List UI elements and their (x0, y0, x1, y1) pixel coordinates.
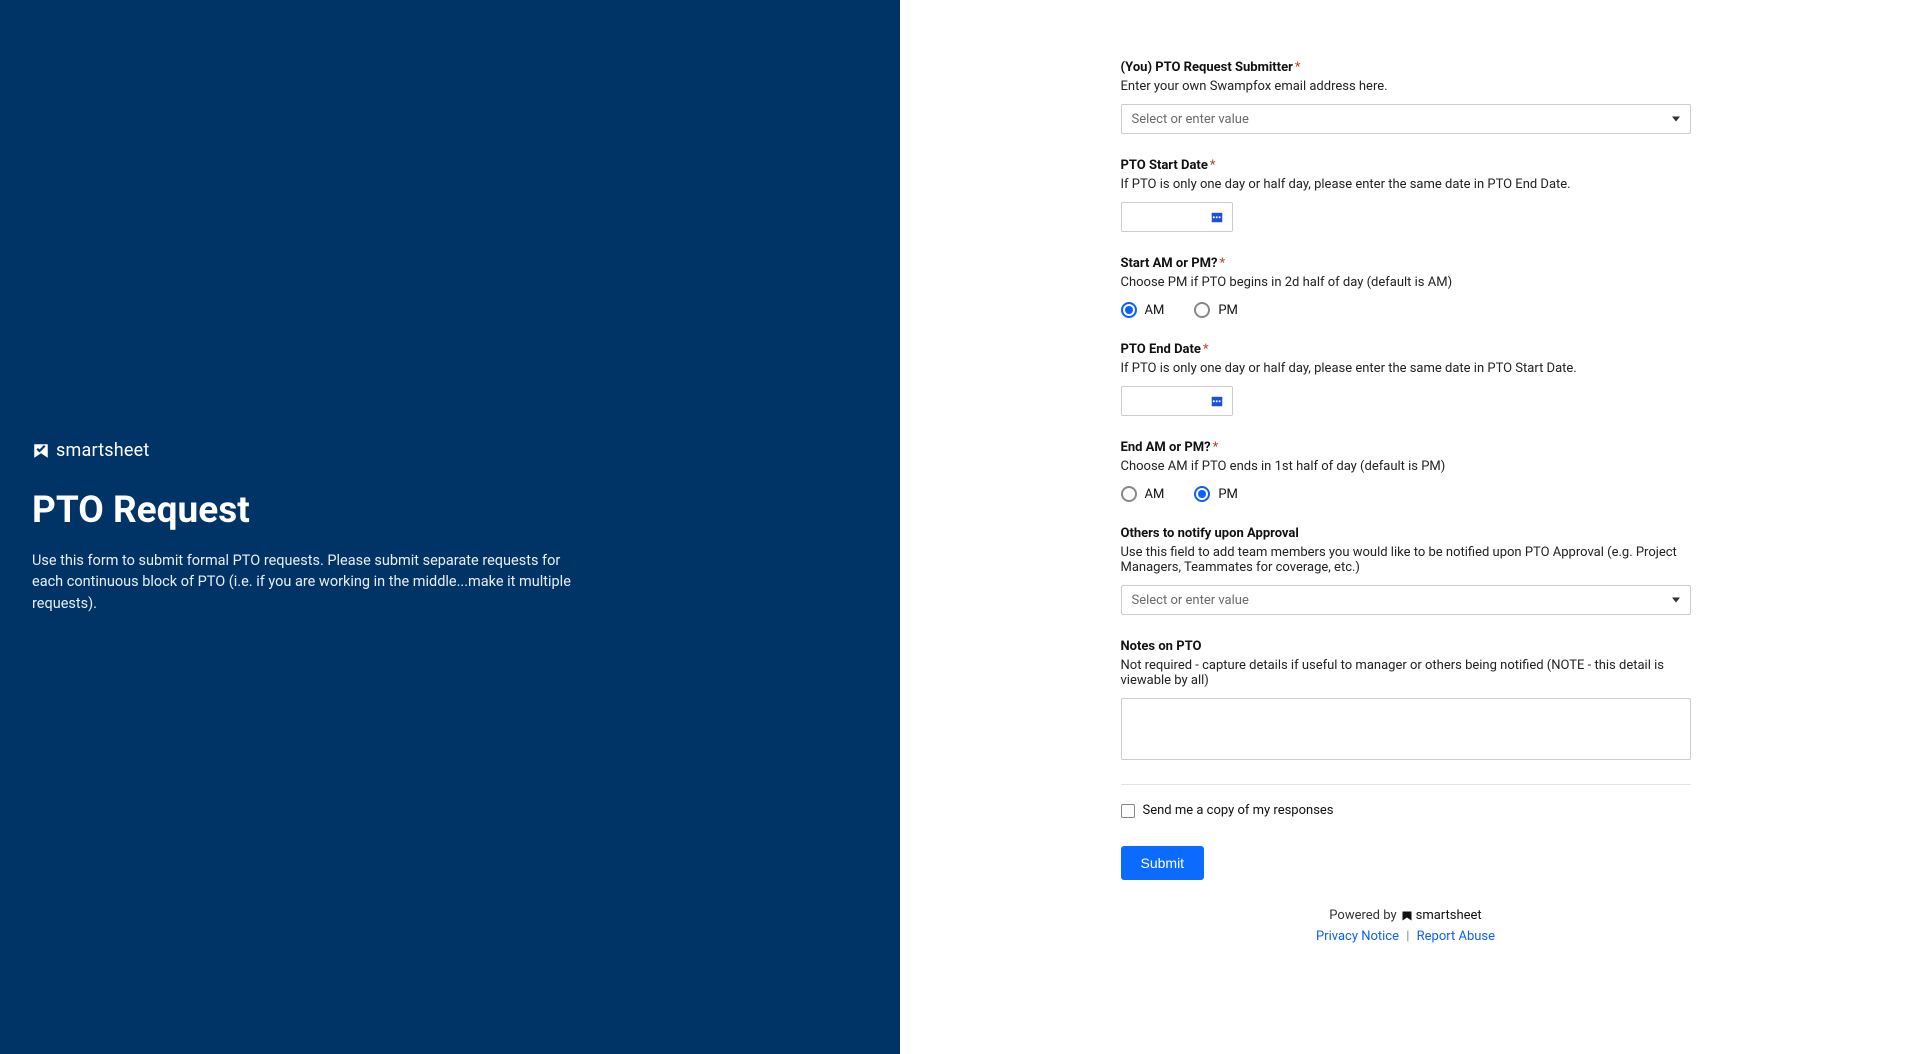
notes-label: Notes on PTO (1121, 639, 1202, 654)
end-ampm-help: Choose AM if PTO ends in 1st half of day… (1121, 459, 1691, 474)
form-footer: Powered by smartsheet Privacy Notice | R… (1121, 908, 1691, 964)
field-start-date: PTO Start Date* If PTO is only one day o… (1121, 158, 1691, 232)
start-ampm-help: Choose PM if PTO begins in 2d half of da… (1121, 275, 1691, 290)
radio-label-pm: PM (1218, 487, 1238, 502)
required-indicator: * (1210, 158, 1216, 173)
submit-button[interactable]: Submit (1121, 846, 1205, 880)
radio-icon (1121, 486, 1137, 502)
end-ampm-radio-am[interactable]: AM (1121, 486, 1165, 502)
brand-name: smartsheet (56, 440, 149, 461)
field-start-ampm: Start AM or PM?* Choose PM if PTO begins… (1121, 256, 1691, 318)
end-date-input[interactable] (1121, 386, 1233, 416)
privacy-notice-link[interactable]: Privacy Notice (1316, 929, 1399, 944)
field-submitter: (You) PTO Request Submitter* Enter your … (1121, 60, 1691, 134)
submitter-help: Enter your own Swampfox email address he… (1121, 79, 1691, 94)
page-description: Use this form to submit formal PTO reque… (32, 550, 592, 613)
radio-icon (1194, 486, 1210, 502)
end-ampm-label: End AM or PM? (1121, 440, 1211, 455)
copy-checkbox-row[interactable]: Send me a copy of my responses (1121, 803, 1691, 818)
field-end-date: PTO End Date* If PTO is only one day or … (1121, 342, 1691, 416)
footer-separator: | (1406, 929, 1409, 944)
checkbox-icon (1121, 804, 1135, 818)
required-indicator: * (1203, 342, 1209, 357)
required-indicator: * (1219, 256, 1225, 271)
notes-help: Not required - capture details if useful… (1121, 658, 1691, 688)
report-abuse-link[interactable]: Report Abuse (1417, 929, 1495, 944)
start-ampm-radio-pm[interactable]: PM (1194, 302, 1238, 318)
brand-logo: smartsheet (32, 440, 868, 461)
field-end-ampm: End AM or PM?* Choose AM if PTO ends in … (1121, 440, 1691, 502)
radio-label-am: AM (1145, 303, 1165, 318)
radio-icon (1194, 302, 1210, 318)
calendar-icon (1210, 210, 1224, 224)
notes-textarea[interactable] (1121, 698, 1691, 760)
powered-by-text: Powered by (1329, 908, 1396, 923)
end-date-help: If PTO is only one day or half day, plea… (1121, 361, 1691, 376)
radio-icon (1121, 302, 1137, 318)
radio-label-am: AM (1145, 487, 1165, 502)
start-date-label: PTO Start Date (1121, 158, 1208, 173)
start-date-help: If PTO is only one day or half day, plea… (1121, 177, 1691, 192)
field-notes: Notes on PTO Not required - capture deta… (1121, 639, 1691, 760)
chevron-down-icon (1672, 117, 1680, 122)
start-ampm-radio-am[interactable]: AM (1121, 302, 1165, 318)
footer-brand-logo: smartsheet (1401, 908, 1482, 923)
calendar-icon (1210, 394, 1224, 408)
submitter-label: (You) PTO Request Submitter (1121, 60, 1293, 75)
footer-brand-name: smartsheet (1416, 908, 1482, 923)
end-date-label: PTO End Date (1121, 342, 1201, 357)
chevron-down-icon (1672, 598, 1680, 603)
start-date-input[interactable] (1121, 202, 1233, 232)
page-title: PTO Request (32, 489, 868, 532)
end-ampm-radio-pm[interactable]: PM (1194, 486, 1238, 502)
submitter-placeholder: Select or enter value (1132, 112, 1249, 127)
copy-checkbox-label: Send me a copy of my responses (1143, 803, 1334, 818)
notify-help: Use this field to add team members you w… (1121, 545, 1691, 575)
notify-placeholder: Select or enter value (1132, 593, 1249, 608)
smartsheet-checkmark-icon (32, 442, 50, 460)
required-indicator: * (1295, 60, 1301, 75)
left-panel: smartsheet PTO Request Use this form to … (0, 0, 900, 1054)
notify-label: Others to notify upon Approval (1121, 526, 1299, 541)
submitter-select[interactable]: Select or enter value (1121, 104, 1691, 134)
start-ampm-label: Start AM or PM? (1121, 256, 1218, 271)
radio-label-pm: PM (1218, 303, 1238, 318)
required-indicator: * (1213, 440, 1219, 455)
form-panel: (You) PTO Request Submitter* Enter your … (900, 0, 1911, 1054)
divider (1121, 784, 1691, 785)
notify-select[interactable]: Select or enter value (1121, 585, 1691, 615)
field-notify: Others to notify upon Approval Use this … (1121, 526, 1691, 615)
